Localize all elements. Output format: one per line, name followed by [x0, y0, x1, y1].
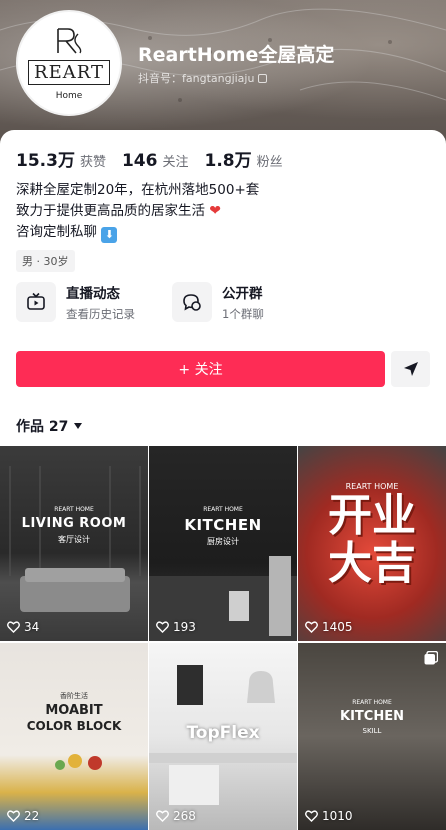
douyin-id-text: 抖音号：fangtangjiaju — [138, 72, 255, 85]
heart-icon: ❤ — [209, 203, 222, 219]
stats-row: 15.3万 获赞 146 关注 1.8万 粉丝 — [16, 146, 283, 171]
video-6-subtitle: SKILL — [362, 727, 382, 735]
following-stat[interactable]: 146 关注 — [122, 151, 189, 171]
video-4-likes-count: 22 — [24, 809, 40, 823]
video-6-title: KITCHEN — [340, 709, 404, 724]
video-5-likes: 268 — [156, 809, 196, 823]
video-6-brand: REART HOME — [352, 699, 392, 706]
down-arrow-icon: ⬇ — [101, 227, 118, 243]
heart-outline-icon — [156, 810, 169, 822]
fans-label: 粉丝 — [256, 155, 283, 170]
follow-button[interactable]: + 关注 — [16, 351, 385, 387]
video-3-likes: 1405 — [305, 620, 353, 634]
video-tile-6[interactable]: REART HOME KITCHEN SKILL 1010 — [298, 643, 446, 830]
video-5-likes-count: 268 — [173, 809, 196, 823]
heart-outline-icon — [305, 621, 318, 633]
live-title: 直播动态 — [66, 286, 120, 302]
video-3-title: 开业 — [328, 490, 416, 541]
works-tab-label: 作品 27 — [16, 419, 69, 435]
live-sub: 查看历史记录 — [66, 307, 135, 321]
video-tile-3[interactable]: REART HOME 开业 大吉 1405 — [298, 446, 446, 641]
fans-stat[interactable]: 1.8万 粉丝 — [204, 146, 282, 171]
video-tile-4[interactable]: 香阶生活 MOABIT COLOR BLOCK 22 — [0, 643, 148, 830]
share-button[interactable] — [391, 351, 430, 387]
heart-outline-icon — [7, 621, 20, 633]
video-2-likes: 193 — [156, 620, 196, 634]
profile-card: 15.3万 获赞 146 关注 1.8万 粉丝 深耕全屋定制20年，在杭州落地5… — [0, 130, 446, 450]
video-1-likes-count: 34 — [24, 620, 40, 634]
nickname: ReartHome全屋高定 — [138, 44, 335, 66]
heart-outline-icon — [156, 621, 169, 633]
video-6-likes-count: 1010 — [322, 809, 353, 823]
video-1-likes: 34 — [7, 620, 39, 634]
video-2-brand: REART HOME — [203, 506, 243, 513]
likes-count: 15.3万 — [16, 151, 75, 171]
video-6-likes: 1010 — [305, 809, 353, 823]
send-icon — [403, 362, 418, 376]
dropdown-triangle-icon — [74, 423, 83, 429]
following-label: 关注 — [162, 155, 189, 170]
likes-label: 获赞 — [79, 155, 106, 170]
bio-line-2: 致力于提供更高品质的居家生活 — [16, 203, 205, 219]
following-count: 146 — [121, 151, 158, 171]
video-5-title: TopFlex — [186, 723, 260, 743]
profile-entries: 直播动态 查看历史记录 公开群 1个群聊 — [16, 282, 430, 332]
video-1-title: LIVING ROOM — [21, 516, 127, 531]
heart-outline-icon — [7, 810, 20, 822]
avatar-sub-text: Home — [55, 90, 83, 101]
douyin-id[interactable]: 抖音号：fangtangjiaju — [138, 70, 268, 86]
group-title: 公开群 — [222, 286, 263, 302]
profile-banner: REART Home ReartHome全屋高定 抖音号：fangtangjia… — [0, 0, 446, 150]
bio: 深耕全屋定制20年，在杭州落地500+套 致力于提供更高品质的居家生活 ❤ 咨询… — [16, 180, 259, 243]
video-4-title: MOABIT — [45, 703, 103, 718]
avatar-brand-text: REART — [28, 59, 110, 85]
video-2-subtitle: 厨房设计 — [207, 537, 239, 546]
video-tile-5[interactable]: TopFlex 268 — [149, 643, 297, 830]
bio-line-2-wrap: 致力于提供更高品质的居家生活 ❤ — [16, 201, 259, 222]
video-grid: REART HOME LIVING ROOM 客厅设计 34 REART HOM… — [0, 446, 446, 830]
video-1-brand: REART HOME — [54, 506, 94, 513]
avatar[interactable]: REART Home — [16, 10, 122, 116]
copy-icon[interactable] — [258, 73, 268, 83]
video-3-likes-count: 1405 — [322, 620, 353, 634]
group-chat-icon — [172, 282, 212, 322]
fans-count: 1.8万 — [204, 151, 252, 171]
public-group-entry[interactable]: 公开群 1个群聊 — [172, 282, 264, 322]
works-tab[interactable]: 作品 27 — [16, 416, 83, 436]
video-2-title: KITCHEN — [184, 516, 262, 534]
video-4-likes: 22 — [7, 809, 39, 823]
live-dynamics-entry[interactable]: 直播动态 查看历史记录 — [16, 282, 135, 322]
group-sub: 1个群聊 — [222, 307, 264, 321]
fruit-decor — [55, 754, 102, 770]
video-2-likes-count: 193 — [173, 620, 196, 634]
bio-line-3: 咨询定制私聊 — [16, 224, 97, 240]
tv-icon — [16, 282, 56, 322]
video-3-subtitle: 大吉 — [328, 538, 416, 589]
gender-age-tag: 男 · 30岁 — [16, 250, 75, 272]
heart-outline-icon — [305, 810, 318, 822]
video-tile-2[interactable]: REART HOME KITCHEN 厨房设计 193 — [149, 446, 297, 641]
multi-image-icon — [424, 651, 438, 665]
video-tile-1[interactable]: REART HOME LIVING ROOM 客厅设计 34 — [0, 446, 148, 641]
video-1-subtitle: 客厅设计 — [58, 535, 90, 544]
bio-line-3-wrap: 咨询定制私聊 ⬇ — [16, 222, 259, 243]
bio-line-1: 深耕全屋定制20年，在杭州落地500+套 — [16, 182, 260, 198]
video-4-brand: 香阶生活 — [60, 692, 88, 700]
video-4-subtitle: COLOR BLOCK — [26, 719, 122, 733]
likes-stat[interactable]: 15.3万 获赞 — [16, 146, 106, 171]
reart-monogram-icon — [57, 27, 82, 54]
